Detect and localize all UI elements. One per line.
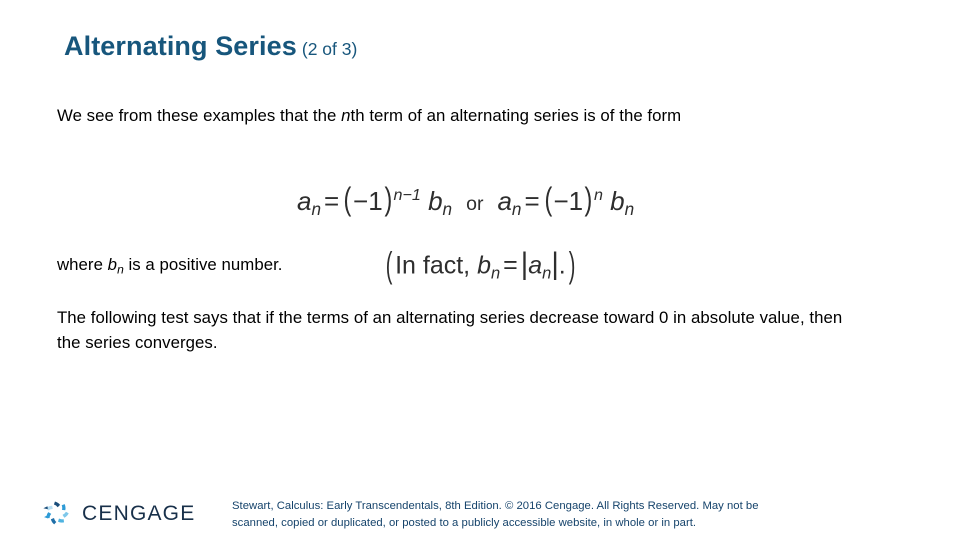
variable-b: b bbox=[107, 255, 118, 274]
eq-lhs-a-2: a bbox=[497, 186, 512, 216]
note-var-b: b bbox=[477, 251, 491, 280]
note-var-b-sub: n bbox=[490, 264, 501, 283]
eq-rhs-b-1: b bbox=[428, 186, 443, 216]
eq-lhs-a-1: a bbox=[297, 186, 312, 216]
copyright-line-1: Stewart, Calculus: Early Transcendentals… bbox=[232, 500, 759, 512]
eq-open-paren-2: ( bbox=[544, 181, 552, 217]
note-var-a-sub: n bbox=[542, 264, 552, 283]
eq-rhs-b-2-sub: n bbox=[624, 199, 635, 220]
eq-equals-1: = bbox=[324, 186, 340, 216]
eq-rhs-b-1-sub: n bbox=[442, 199, 453, 220]
page-title: Alternating Series (2 of 3) bbox=[64, 31, 357, 62]
variable-b-sub: n bbox=[117, 262, 124, 277]
page-title-subtitle: (2 of 3) bbox=[301, 39, 358, 59]
variable-n: n bbox=[341, 106, 351, 125]
eq-minus-one-1: −1 bbox=[353, 186, 383, 216]
note-var-a: a bbox=[528, 251, 543, 280]
cengage-wordmark: CENGAGE bbox=[82, 501, 196, 525]
paragraph-intro: We see from these examples that the nth … bbox=[57, 103, 917, 128]
eq-connector-or: or bbox=[466, 193, 484, 215]
note-open-paren: ( bbox=[385, 244, 393, 285]
where-suffix: is a positive number. bbox=[123, 255, 283, 274]
equation-in-fact-note: (In fact, bn = |an|.) bbox=[383, 244, 578, 286]
eq-close-paren-2: ) bbox=[584, 181, 593, 217]
paragraph-intro-part2: th term of an alternating series is of t… bbox=[350, 106, 682, 125]
copyright-credit: Stewart, Calculus: Early Transcendentals… bbox=[232, 498, 892, 531]
note-text: In fact, bbox=[395, 251, 478, 280]
where-prefix: where bbox=[57, 255, 108, 274]
eq-rhs-b-2: b bbox=[610, 186, 625, 216]
cengage-logo: CENGAGE bbox=[40, 496, 195, 530]
eq-lhs-a-1-sub: n bbox=[311, 199, 322, 220]
note-close-paren: ) bbox=[568, 244, 576, 285]
paragraph-intro-part1: We see from these examples that the bbox=[57, 106, 342, 125]
eq-equals-2: = bbox=[524, 186, 540, 216]
eq-open-paren-1: ( bbox=[343, 181, 352, 217]
note-equals: = bbox=[503, 251, 518, 280]
equation-alternating-term: an = (−1)n−1 bn or an = (−1)n bn bbox=[297, 181, 634, 220]
eq-close-paren-1: ) bbox=[384, 181, 392, 217]
paragraph-test-description: The following test says that if the term… bbox=[57, 308, 843, 352]
page-title-main: Alternating Series bbox=[64, 31, 297, 61]
copyright-line-2: scanned, copied or duplicated, or posted… bbox=[232, 516, 697, 529]
paragraph-where: where bn is a positive number. bbox=[57, 252, 397, 282]
eq-exponent-1: n−1 bbox=[393, 186, 421, 205]
note-abs-bar-right: | bbox=[551, 247, 559, 282]
eq-minus-one-2: −1 bbox=[553, 186, 584, 216]
note-period: . bbox=[558, 251, 566, 280]
note-abs-bar-left: | bbox=[520, 247, 529, 282]
slide-canvas: Alternating Series (2 of 3) We see from t… bbox=[0, 0, 960, 540]
eq-exponent-2: n bbox=[593, 186, 603, 205]
cengage-pinwheel-icon bbox=[43, 501, 69, 525]
